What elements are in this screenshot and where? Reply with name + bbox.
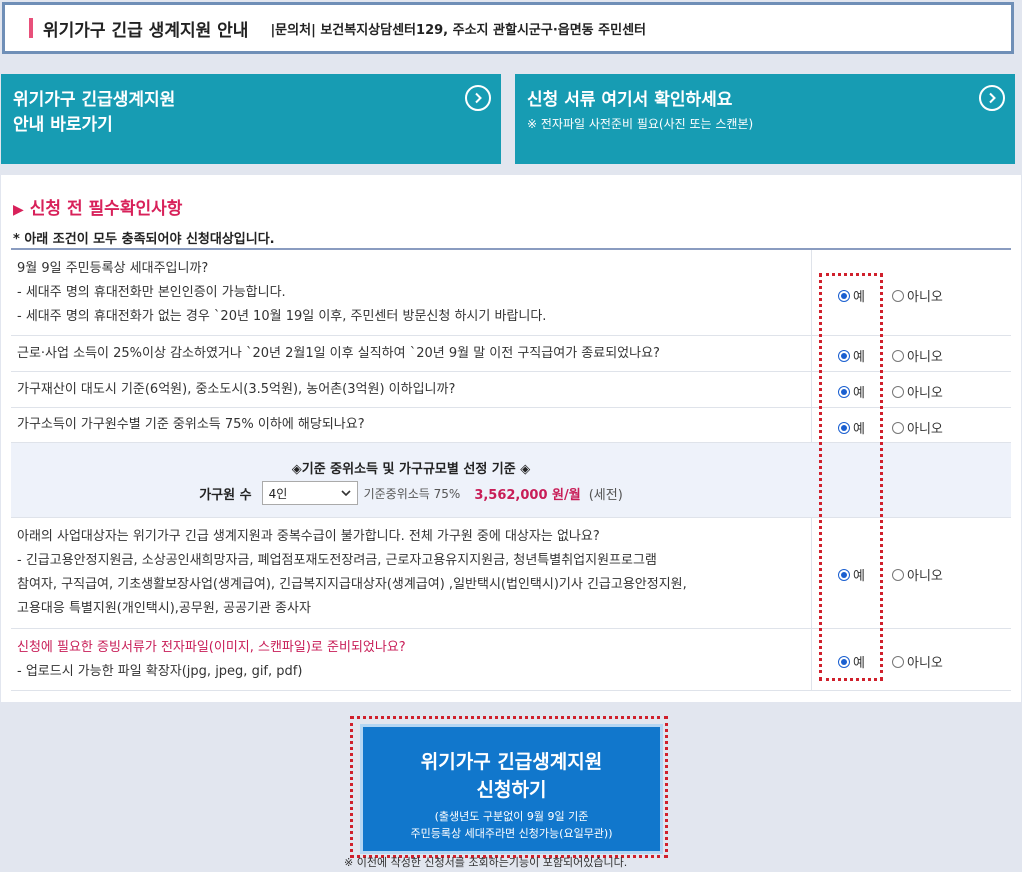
radio-no[interactable] — [892, 349, 904, 362]
question-text: 신청에 필요한 증빙서류가 전자파일(이미지, 스캔파일)로 준비되었나요? -… — [17, 629, 807, 690]
guide-tile-title-1: 위기가구 긴급생계지원 — [13, 90, 176, 110]
apply-title-2: 신청하기 — [476, 779, 547, 801]
criteria-title: ◈기준 중위소득 및 가구규모별 선정 기준 ◈ — [291, 462, 531, 477]
question-line: 아래의 사업대상자는 위기가구 긴급 생계지원과 중복수급이 불가합니다. 전체… — [17, 529, 600, 544]
question-text: 가구재산이 대도시 기준(6억원), 중소도시(3.5억원), 농어촌(3억원)… — [17, 372, 807, 407]
question-line: 참여자, 구직급여, 기초생활보장사업(생계급여), 긴급복지지급대상자(생계급… — [17, 577, 687, 592]
question-line: 신청에 필요한 증빙서류가 전자파일(이미지, 스캔파일)로 준비되었나요? — [17, 639, 406, 655]
chevron-right-icon[interactable] — [979, 85, 1005, 111]
header-banner: 위기가구 긴급 생계지원 안내 |문의처| 보건복지상담센터129, 주소지 관… — [2, 2, 1014, 54]
radio-no[interactable] — [892, 289, 904, 302]
no-option[interactable]: 아니오 — [892, 346, 943, 365]
question-line: 가구소득이 가구원수별 기준 중위소득 75% 이하에 해당되나요? — [17, 417, 365, 432]
eligibility-notice: * 아래 조건이 모두 충족되어야 신청대상입니다. — [13, 232, 275, 247]
household-size-select[interactable]: 4인 — [261, 481, 358, 505]
no-label: 아니오 — [907, 569, 943, 584]
household-size-label: 가구원 수 — [199, 487, 252, 503]
documents-tile[interactable]: 신청 서류 여기서 확인하세요 ※ 전자파일 사전준비 필요(사진 또는 스캔본… — [515, 74, 1015, 164]
question-text: 아래의 사업대상자는 위기가구 긴급 생계지원과 중복수급이 불가합니다. 전체… — [17, 518, 807, 628]
no-label: 아니오 — [907, 350, 943, 365]
chevron-right-icon[interactable] — [465, 85, 491, 111]
question-line: - 긴급고용안정지원금, 소상공인새희망자금, 폐업점포재도전장려금, 근로자고… — [17, 553, 657, 568]
footnote: ※ 이전에 작성한 신청서를 조회하는기능이 포함되어있습니다. — [344, 856, 628, 869]
question-line: 9월 9일 주민등록상 세대주입니까? — [17, 260, 209, 276]
documents-tile-note: ※ 전자파일 사전준비 필요(사진 또는 스캔본) — [527, 117, 754, 131]
income-amount: 3,562,000 원/월 — [474, 487, 581, 503]
no-option[interactable]: 아니오 — [892, 286, 943, 305]
question-text: 9월 9일 주민등록상 세대주입니까? - 세대주 명의 휴대전화만 본인인증이… — [17, 250, 807, 335]
question-line: 가구재산이 대도시 기준(6억원), 중소도시(3.5억원), 농어촌(3억원)… — [17, 381, 456, 397]
question-text: 가구소득이 가구원수별 기준 중위소득 75% 이하에 해당되나요? — [17, 408, 807, 442]
apply-sub-2: 주민등록상 세대주라면 신청가능(요일무관)) — [410, 827, 613, 840]
median-income-label: 기준중위소득 75% — [363, 486, 461, 501]
no-option[interactable]: 아니오 — [892, 652, 943, 671]
no-label: 아니오 — [907, 386, 943, 401]
apply-title-1: 위기가구 긴급생계지원 — [420, 751, 603, 773]
no-label: 아니오 — [907, 290, 943, 305]
question-line: - 세대주 명의 휴대전화가 없는 경우 `20년 10월 19일 이후, 주민… — [17, 308, 547, 324]
apply-sub-1: (출생년도 구분없이 9월 9일 기준 — [434, 810, 589, 823]
chevron-down-icon — [341, 490, 351, 496]
no-option[interactable]: 아니오 — [892, 565, 943, 584]
criteria-line: 가구원 수 4인 기준중위소득 75% 3,562,000 원/월 (세전) — [11, 481, 811, 505]
no-option[interactable]: 아니오 — [892, 382, 943, 401]
radio-no[interactable] — [892, 568, 904, 581]
radio-no[interactable] — [892, 421, 904, 434]
household-size-value: 4인 — [268, 486, 288, 501]
question-text: 근로·사업 소득이 25%이상 감소하였거나 `20년 2월1일 이후 실직하여… — [17, 336, 807, 371]
guide-tile-title-2: 안내 바로가기 — [13, 115, 113, 135]
question-line: - 업로드시 가능한 파일 확장자(jpg, jpeg, gif, pdf) — [17, 663, 303, 679]
section-title: ▶ 신청 전 필수확인사항 — [13, 194, 182, 219]
pre-tax-note: (세전) — [588, 487, 623, 503]
question-line: 근로·사업 소득이 25%이상 감소하였거나 `20년 2월1일 이후 실직하여… — [17, 345, 660, 361]
page-title: 위기가구 긴급 생계지원 안내 — [43, 20, 249, 41]
section-title-text: 신청 전 필수확인사항 — [29, 199, 183, 219]
radio-no[interactable] — [892, 655, 904, 668]
no-option[interactable]: 아니오 — [892, 418, 943, 437]
radio-no[interactable] — [892, 385, 904, 398]
contact-info: |문의처| 보건복지상담센터129, 주소지 관할시군구·읍면동 주민센터 — [270, 22, 647, 38]
question-line: - 세대주 명의 휴대전화만 본인인증이 가능합니다. — [17, 284, 286, 300]
apply-button[interactable]: 위기가구 긴급생계지원 신청하기 (출생년도 구분없이 9월 9일 기준 주민등… — [360, 724, 663, 854]
no-label: 아니오 — [907, 422, 943, 437]
yes-column-highlight — [819, 273, 883, 681]
no-label: 아니오 — [907, 656, 943, 671]
header-accent-bar — [29, 18, 33, 38]
triangle-right-icon: ▶ — [13, 202, 24, 218]
guide-shortcut-tile[interactable]: 위기가구 긴급생계지원 안내 바로가기 — [1, 74, 501, 164]
documents-tile-title: 신청 서류 여기서 확인하세요 — [527, 90, 733, 110]
question-line: 고용대응 특별지원(개인택시),공무원, 공공기관 종사자 — [17, 601, 311, 616]
